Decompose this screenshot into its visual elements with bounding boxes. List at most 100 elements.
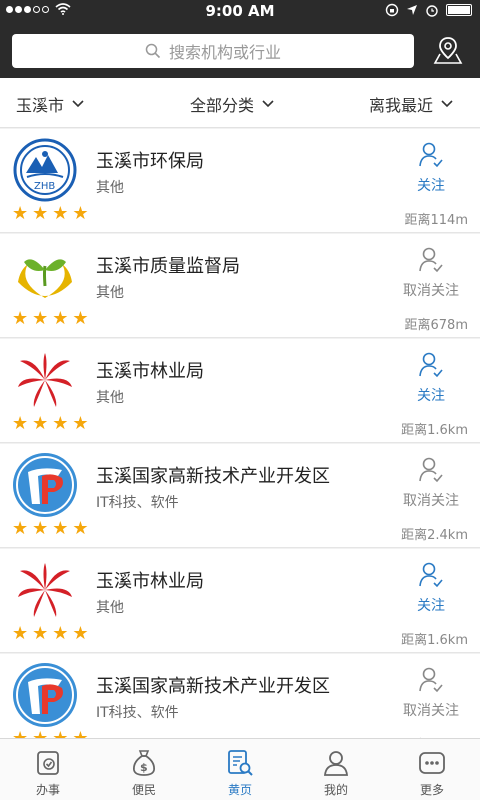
tab-yellow-pages-label: 黄页	[227, 783, 252, 797]
tab-services[interactable]: $ 便民	[96, 739, 192, 800]
location-arrow-icon	[407, 5, 417, 15]
org-name: 玉溪市环保局	[96, 151, 204, 172]
follow-user-icon	[419, 142, 443, 168]
organization-list: 玉溪市环保局 其他 ★ ★ ★ ★ 关注 距离114m 玉溪市质量监督局 其他 ★ ★ ★ ★ 取消关注 距离…	[0, 129, 480, 738]
svg-text:$: $	[140, 761, 148, 774]
search-placeholder: 搜索机构或行业	[168, 43, 281, 62]
tab-more[interactable]: 更多	[384, 739, 480, 800]
category-filter-label: 全部分类	[190, 96, 255, 115]
org-category: 其他	[96, 390, 124, 406]
star-icon: ★	[52, 518, 69, 539]
org-name: 玉溪市质量监督局	[96, 256, 240, 277]
yellow-pages-icon	[228, 750, 253, 776]
follow-button[interactable]: 取消关注	[394, 666, 468, 720]
search-input[interactable]: 搜索机构或行业	[12, 34, 414, 68]
org-name: 玉溪国家高新技术产业开发区	[96, 466, 330, 487]
rating-stars: ★★★★	[12, 625, 89, 643]
quality-logo	[12, 242, 78, 308]
follow-user-icon	[419, 457, 443, 483]
follow-button[interactable]: 取消关注	[394, 246, 468, 300]
category-filter[interactable]: 全部分类	[190, 92, 274, 116]
star-icon: ★	[72, 518, 89, 539]
rotation-lock-icon	[385, 3, 399, 17]
rating-stars: ★★★★	[12, 415, 89, 433]
follow-user-icon	[419, 562, 443, 588]
sort-filter[interactable]: 离我最近	[369, 92, 453, 116]
star-icon: ★	[12, 623, 29, 644]
distance-label: 距离678m	[404, 318, 468, 333]
status-bar: 9:00 AM	[0, 0, 480, 24]
follow-button[interactable]: 取消关注	[394, 456, 468, 510]
distance-label: 距离114m	[404, 213, 468, 228]
follow-label: 取消关注	[403, 493, 459, 509]
follow-label: 取消关注	[403, 703, 459, 719]
tab-yellow-pages[interactable]: 黄页	[192, 739, 288, 800]
money-bag-icon: $	[133, 750, 155, 776]
distance-label: 距离2.4km	[401, 528, 468, 543]
map-location-button[interactable]	[430, 32, 466, 70]
star-icon: ★	[32, 413, 49, 434]
follow-user-icon	[419, 667, 443, 693]
star-icon: ★	[12, 518, 29, 539]
org-name: 玉溪市林业局	[96, 571, 204, 592]
list-item[interactable]: 玉溪市质量监督局 其他 ★ ★ ★ ★ 取消关注 距离678m	[0, 234, 480, 338]
user-icon	[324, 751, 348, 776]
filter-bar: 玉溪市 全部分类 离我最近	[0, 78, 480, 128]
task-icon	[37, 751, 59, 775]
tab-tasks-label: 办事	[35, 783, 60, 797]
follow-button[interactable]: 关注	[394, 351, 468, 405]
org-category: IT科技、软件	[96, 705, 179, 721]
list-item[interactable]: 玉溪市林业局 其他 ★ ★ ★ ★ 关注 距离1.6km	[0, 549, 480, 653]
search-icon	[145, 43, 161, 59]
battery-icon	[446, 4, 472, 16]
hitech-zone-logo	[12, 452, 78, 518]
chevron-down-icon	[72, 100, 84, 108]
star-icon: ★	[32, 203, 49, 224]
follow-button[interactable]: 关注	[394, 141, 468, 195]
follow-button[interactable]: 关注	[394, 561, 468, 615]
star-icon: ★	[12, 308, 29, 329]
star-icon: ★	[52, 203, 69, 224]
follow-label: 取消关注	[403, 283, 459, 299]
star-icon: ★	[12, 730, 28, 739]
forestry-logo	[12, 347, 78, 413]
city-filter[interactable]: 玉溪市	[16, 92, 84, 116]
tab-profile-label: 我的	[323, 783, 348, 797]
org-category: 其他	[96, 285, 124, 301]
star-icon: ★	[72, 730, 88, 739]
tab-profile[interactable]: 我的	[288, 739, 384, 800]
status-icons	[385, 3, 472, 17]
sort-filter-label: 离我最近	[369, 96, 434, 115]
star-icon: ★	[32, 730, 48, 739]
star-icon: ★	[12, 203, 29, 224]
rating-stars: ★★★★	[12, 520, 89, 538]
org-name: 玉溪国家高新技术产业开发区	[96, 676, 330, 697]
follow-user-icon	[419, 352, 443, 378]
star-icon: ★	[72, 308, 89, 329]
org-category: 其他	[96, 180, 124, 196]
forestry-logo	[12, 557, 78, 623]
rating-stars: ★★★★	[12, 205, 89, 223]
follow-label: 关注	[417, 598, 445, 614]
org-name: 玉溪市林业局	[96, 361, 204, 382]
list-item[interactable]: 玉溪国家高新技术产业开发区IT科技、软件★★★★取消关注距离2.4km	[0, 654, 480, 738]
follow-user-icon	[419, 247, 443, 273]
star-icon: ★	[32, 518, 49, 539]
env-protection-logo	[12, 137, 78, 203]
alarm-icon	[426, 5, 438, 17]
org-category: 其他	[96, 600, 124, 616]
chevron-down-icon	[441, 100, 453, 108]
top-header: 搜索机构或行业	[0, 24, 480, 78]
star-icon: ★	[52, 730, 68, 739]
star-icon: ★	[72, 203, 89, 224]
list-item[interactable]: 玉溪国家高新技术产业开发区IT科技、软件★★★★取消关注距离2.4km	[0, 444, 480, 548]
more-icon	[419, 752, 445, 774]
map-pin-icon	[433, 37, 463, 64]
hitech-zone-logo	[12, 662, 78, 728]
rating-stars: ★★★★	[12, 310, 89, 328]
tab-tasks[interactable]: 办事	[0, 739, 96, 800]
list-item[interactable]: 玉溪市林业局 其他 ★ ★ ★ ★ 关注 距离1.6km	[0, 339, 480, 443]
list-item[interactable]: 玉溪市环保局 其他 ★ ★ ★ ★ 关注 距离114m	[0, 129, 480, 233]
star-icon: ★	[72, 623, 89, 644]
star-icon: ★	[52, 623, 69, 644]
